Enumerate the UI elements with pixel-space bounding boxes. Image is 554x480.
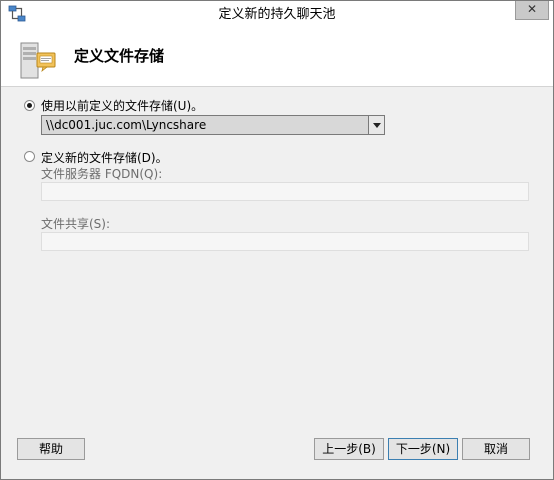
help-button[interactable]: 帮助 xyxy=(17,438,85,460)
page-title: 定义文件存储 xyxy=(74,47,165,65)
window-title: 定义新的持久聊天池 xyxy=(218,7,336,22)
chevron-down-icon[interactable] xyxy=(368,116,384,134)
define-new-label[interactable]: 定义新的文件存储(D)。 xyxy=(41,149,168,166)
header-divider xyxy=(1,86,553,87)
next-button[interactable]: 下一步(N) xyxy=(388,438,458,460)
cancel-button[interactable]: 取消 xyxy=(462,438,530,460)
existing-file-store-value: \\dc001.juc.com\Lyncshare xyxy=(46,118,207,132)
page-header: 定义文件存储 xyxy=(1,28,553,86)
use-existing-label[interactable]: 使用以前定义的文件存储(U)。 xyxy=(41,97,203,114)
share-label: 文件共享(S): xyxy=(41,217,111,231)
share-input[interactable] xyxy=(41,232,529,251)
fqdn-input[interactable] xyxy=(41,182,529,201)
dialog-window: 定义新的持久聊天池 ✕ 定义文件存储 使用以前定义的文件存储(U)。 \\dc0… xyxy=(0,0,554,480)
title-bar[interactable]: 定义新的持久聊天池 ✕ xyxy=(1,1,553,28)
existing-file-store-select[interactable]: \\dc001.juc.com\Lyncshare xyxy=(41,115,385,135)
use-existing-radio[interactable] xyxy=(24,100,35,111)
fqdn-label: 文件服务器 FQDN(Q): xyxy=(41,167,163,181)
close-icon: ✕ xyxy=(526,2,538,16)
back-button[interactable]: 上一步(B) xyxy=(314,438,384,460)
close-button[interactable]: ✕ xyxy=(515,1,549,20)
file-store-icon xyxy=(20,42,56,79)
define-new-radio[interactable] xyxy=(24,151,35,162)
